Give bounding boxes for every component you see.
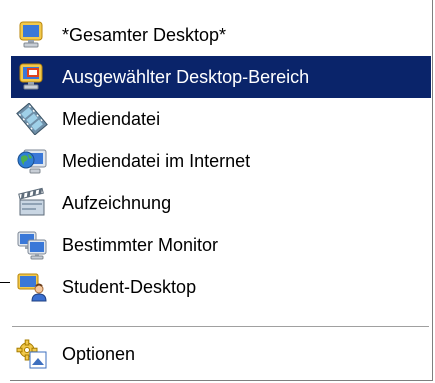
menu-item-label: Bestimmter Monitor xyxy=(62,234,219,255)
menu-item-label: Optionen xyxy=(62,343,136,364)
globe-monitor-icon xyxy=(17,149,47,174)
student-monitor-icon xyxy=(17,273,47,302)
options-gear-icon xyxy=(16,339,47,369)
menu-item-label: Student-Desktop xyxy=(62,276,197,297)
menu-separator xyxy=(12,326,429,328)
menu-item-label: *Gesamter Desktop* xyxy=(62,24,227,45)
desktop-monitor-icon xyxy=(19,21,43,48)
menu-item-gesamter-desktop[interactable]: *Gesamter Desktop* xyxy=(11,14,431,56)
connector-line xyxy=(0,282,10,283)
desktop-region-icon xyxy=(19,63,43,90)
menu-item-label: Aufzeichnung xyxy=(62,192,172,213)
menu-item-label: Ausgewählter Desktop-Bereich xyxy=(62,66,310,87)
menu-item-label: Mediendatei im Internet xyxy=(62,150,251,171)
film-reel-icon xyxy=(16,103,48,135)
menu-item-ausgewaehlter-bereich[interactable]: Ausgewählter Desktop-Bereich xyxy=(11,56,431,98)
menu-item-optionen[interactable]: Optionen xyxy=(11,333,431,375)
menu-item-bestimmter-monitor[interactable]: Bestimmter Monitor xyxy=(11,224,431,266)
clapperboard-icon xyxy=(18,187,45,216)
multi-monitor-icon xyxy=(17,231,47,260)
menu-item-mediendatei-internet[interactable]: Mediendatei im Internet xyxy=(11,140,431,182)
menu-item-label: Mediendatei xyxy=(62,108,161,129)
menu-item-aufzeichnung[interactable]: Aufzeichnung xyxy=(11,182,431,224)
menu-item-mediendatei[interactable]: Mediendatei xyxy=(11,98,431,140)
menu-item-student-desktop[interactable]: Student-Desktop xyxy=(11,266,431,308)
context-menu: *Gesamter Desktop* Ausgewählter Desktop-… xyxy=(10,0,433,381)
